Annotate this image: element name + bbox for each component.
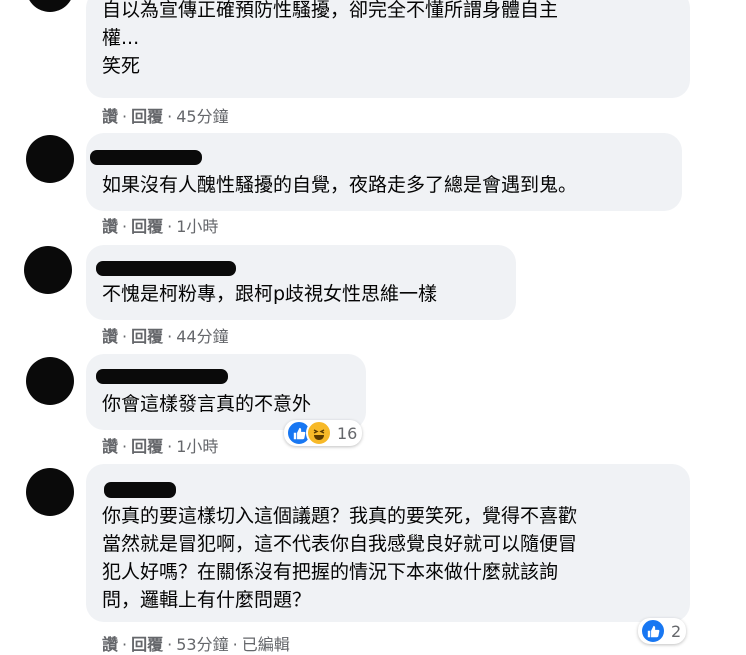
edited-label: 已編輯 [241,635,290,654]
reply-link[interactable]: 回覆 [131,437,163,456]
separator-dot: · [167,107,173,126]
like-link[interactable]: 讚 [102,437,118,456]
separator-dot: · [122,217,128,236]
comment-text: 如果沒有人醜性騷擾的自覺，夜路走多了總是會遇到鬼。 [102,174,578,196]
avatar[interactable] [24,246,72,294]
comment-bubble: 如果沒有人醜性騷擾的自覺，夜路走多了總是會遇到鬼。 [86,133,682,211]
comment-bubble: 你會這樣發言真的不意外 [86,354,366,430]
timestamp[interactable]: 53分鐘 [176,635,228,654]
separator-dot: · [167,327,173,346]
author-name-redacted[interactable] [104,482,176,498]
reply-link[interactable]: 回覆 [131,327,163,346]
timestamp[interactable]: 1小時 [176,217,218,236]
reaction-count: 2 [671,621,682,641]
separator-dot: · [122,107,128,126]
separator-dot: · [122,327,128,346]
comment-text: 你會這樣發言真的不意外 [102,393,312,415]
like-link[interactable]: 讚 [102,217,118,236]
comment-actions: 讚 · 回覆 · 1小時 [102,213,218,237]
separator-dot: · [232,635,238,654]
comment-actions: 讚 · 回覆 · 53分鐘 · 已編輯 [102,631,290,655]
haha-icon [306,420,332,446]
separator-dot: · [122,437,128,456]
comment-bubble: 不愧是柯粉專，跟柯p歧視女性思維一樣 [86,245,516,320]
reply-link[interactable]: 回覆 [131,217,163,236]
avatar[interactable] [26,135,74,183]
author-name-redacted[interactable] [96,369,228,384]
like-link[interactable]: 讚 [102,107,118,126]
avatar[interactable] [26,357,74,405]
comment-actions: 讚 · 回覆 · 45分鐘 [102,103,229,127]
comment-text: 不愧是柯粉專，跟柯p歧視女性思維一樣 [102,283,438,305]
separator-dot: · [167,437,173,456]
reaction-summary[interactable]: 2 [638,618,687,644]
separator-dot: · [122,635,128,654]
comment-actions: 讚 · 回覆 · 1小時 [102,433,218,457]
comment-actions: 讚 · 回覆 · 44分鐘 [102,323,229,347]
separator-dot: · [167,217,173,236]
avatar[interactable] [26,468,74,516]
comment-text: 你真的要這樣切入這個議題？我真的要笑死，覺得不喜歡 當然就是冒犯啊，這不代表你自… [102,505,578,611]
separator-dot: · [167,635,173,654]
reply-link[interactable]: 回覆 [131,635,163,654]
reaction-count: 16 [337,423,358,443]
timestamp[interactable]: 1小時 [176,437,218,456]
reply-link[interactable]: 回覆 [131,107,163,126]
like-link[interactable]: 讚 [102,327,118,346]
comment-bubble: 自以為宣傳正確預防性騷擾，卻完全不懂所謂身體自主 權... 笑死 [86,0,690,98]
like-link[interactable]: 讚 [102,635,118,654]
like-icon [640,618,666,644]
comment-bubble: 你真的要這樣切入這個議題？我真的要笑死，覺得不喜歡 當然就是冒犯啊，這不代表你自… [86,464,690,622]
comment-text: 自以為宣傳正確預防性騷擾，卻完全不懂所謂身體自主 權... 笑死 [102,0,559,77]
timestamp[interactable]: 44分鐘 [176,327,228,346]
timestamp[interactable]: 45分鐘 [176,107,228,126]
author-name-redacted[interactable] [96,261,236,276]
author-name-redacted[interactable] [90,150,202,165]
reaction-summary[interactable]: 16 [284,420,363,446]
avatar[interactable] [26,0,74,12]
